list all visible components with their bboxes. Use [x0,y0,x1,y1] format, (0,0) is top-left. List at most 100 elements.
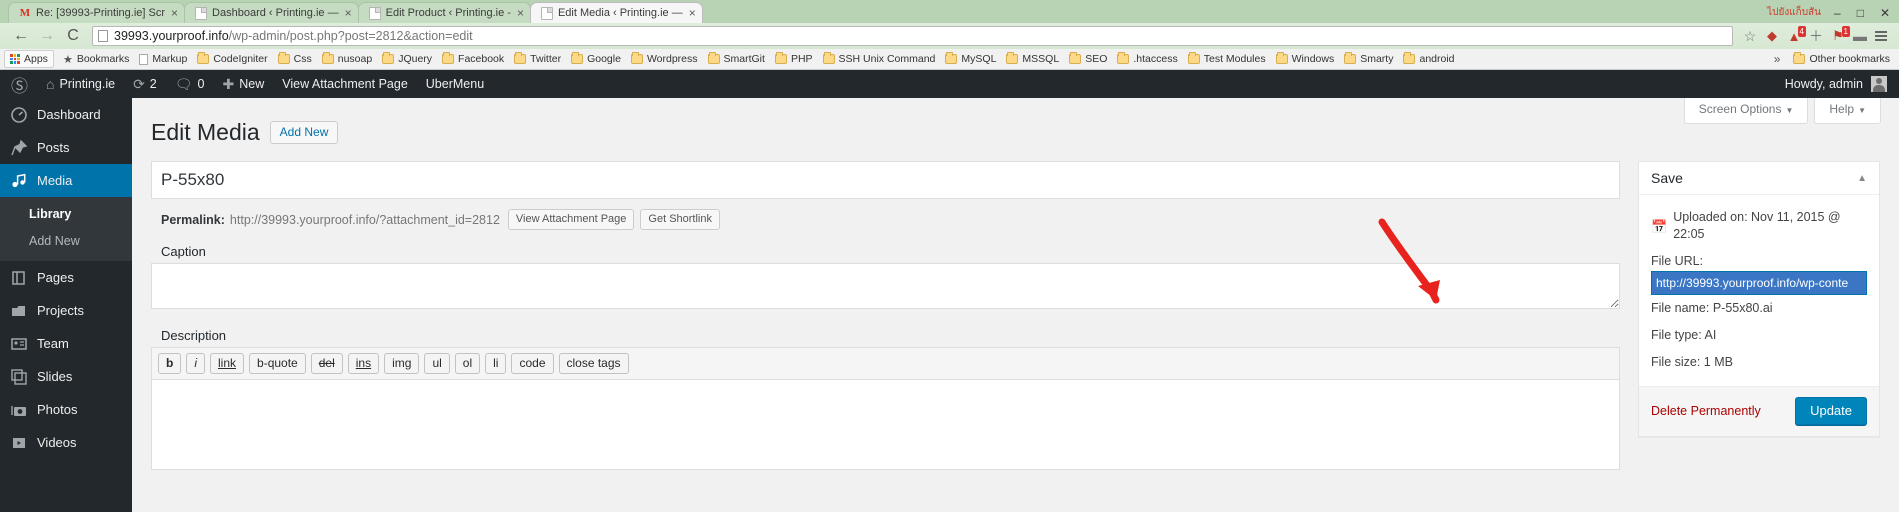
reload-icon[interactable]: C [60,24,86,48]
bookmark-google[interactable]: Google [566,51,626,67]
bookmark-nusoap[interactable]: nusoap [317,51,377,67]
add-new-button[interactable]: Add New [269,121,339,144]
folder-icon [1117,52,1130,64]
editor-button-italic[interactable]: i [186,353,206,374]
back-icon[interactable]: ← [8,24,34,48]
bookmark-ssh-unix-command[interactable]: SSH Unix Command [818,51,941,67]
description-editor[interactable] [151,380,1620,470]
profile-icon[interactable]: ▬ [1849,25,1871,47]
delete-permanently-link[interactable]: Delete Permanently [1651,404,1761,418]
permalink-row: Permalink: http://39993.yourproof.info/?… [151,199,1620,230]
slides-icon [10,368,28,386]
extension-red-icon[interactable]: ◆ [1761,25,1783,47]
bookmark-mssql[interactable]: MSSQL [1001,51,1064,67]
browser-tab-1[interactable]: M Re: [39993-Printing.ie] Scr × [8,2,186,23]
bookmark-wordpress[interactable]: Wordpress [626,51,703,67]
address-bar[interactable]: 39993.yourproof.info /wp-admin/post.php?… [92,26,1733,46]
editor-button-link[interactable]: link [210,353,245,374]
sidebar-item-team[interactable]: Team [0,327,132,360]
bookmark-mysql[interactable]: MySQL [940,51,1001,67]
file-size-row: File size: 1 MB [1651,355,1733,369]
bookmark-android[interactable]: android [1398,51,1459,67]
editor-button-bold[interactable]: b [158,353,182,374]
bookmark-twitter[interactable]: Twitter [509,51,566,67]
editor-button-del[interactable]: del [310,353,343,374]
title-input[interactable] [151,161,1620,199]
sidebar-item-projects[interactable]: Projects [0,294,132,327]
extension-alert-icon[interactable]: ⚑ 1 [1827,25,1850,47]
editor-button-ul[interactable]: ul [424,353,450,374]
sidebar-item-videos[interactable]: Videos [0,426,132,459]
bookmark-markup[interactable]: Markup [134,51,192,67]
chevron-up-icon[interactable]: ▲ [1857,173,1867,184]
bookmark-windows[interactable]: Windows [1271,51,1340,67]
bookmark-facebook[interactable]: Facebook [437,51,509,67]
bookmark-css[interactable]: Css [273,51,317,67]
adminbar-site-name[interactable]: ⌂ Printing.ie [37,70,124,98]
sidebar-item-label: Media [37,173,73,188]
bookmark-smartgit[interactable]: SmartGit [703,51,770,67]
forward-icon[interactable]: → [34,24,60,48]
tab-close-icon[interactable]: × [171,7,178,19]
editor-button-ins[interactable]: ins [347,353,380,374]
sidebar-item-posts[interactable]: Posts [0,131,132,164]
sidebar-subitem-library[interactable]: Library [0,201,132,228]
update-button[interactable]: Update [1795,397,1867,425]
browser-tab-4-active[interactable]: Edit Media ‹ Printing.ie — × [529,2,703,23]
sidebar-item-photos[interactable]: Photos [0,393,132,426]
bookmark-htaccess[interactable]: .htaccess [1112,51,1182,67]
adminbar-new[interactable]: ✚ New [213,70,273,98]
browser-tab-3[interactable]: Edit Product ‹ Printing.ie - × [357,2,531,23]
adminbar-comments[interactable]: 🗨 0 [166,70,214,98]
sidebar-item-media[interactable]: Media [0,164,132,197]
adminbar-updates[interactable]: ⟳ 2 [124,70,166,98]
bookmark-codeigniter[interactable]: CodeIgniter [192,51,272,67]
tab-close-icon[interactable]: × [689,7,696,19]
bookmark-other-bookmarks[interactable]: Other bookmarks [1788,51,1895,67]
adminbar-view-attachment-page[interactable]: View Attachment Page [273,70,417,98]
tab-close-icon[interactable]: × [517,7,524,19]
permalink-url[interactable]: http://39993.yourproof.info/?attachment_… [230,213,500,227]
chrome-menu-icon[interactable] [1871,25,1891,47]
wordpress-logo-icon[interactable]: Ⓢ [2,70,37,98]
editor-button-code[interactable]: code [511,353,554,374]
editor-button-ol[interactable]: ol [454,353,481,374]
folder-icon [1403,52,1416,64]
bookmark-test-modules[interactable]: Test Modules [1183,51,1271,67]
tab-close-icon[interactable]: × [345,7,352,19]
help-tab[interactable]: Help ▼ [1814,98,1881,124]
sidebar-item-slides[interactable]: Slides [0,360,132,393]
adminbar-account-area[interactable]: Howdy, admin [1785,76,1897,92]
close-window-icon[interactable]: ✕ [1877,5,1893,21]
bookmark-jquery[interactable]: JQuery [377,51,437,67]
editor-button-close-tags[interactable]: close tags [558,353,629,374]
view-attachment-page-button[interactable]: View Attachment Page [507,209,635,230]
browser-tab-2[interactable]: Dashboard ‹ Printing.ie — × [184,2,359,23]
sidebar-subitem-add-new[interactable]: Add New [0,228,132,255]
editor-button-img[interactable]: img [384,353,420,374]
file-url-input[interactable] [1651,271,1867,295]
sidebar-item-pages[interactable]: Pages [0,261,132,294]
bookmark-apps[interactable]: Apps [4,50,54,68]
adminbar-ubermenu[interactable]: UberMenu [417,70,493,98]
editor-button-bquote[interactable]: b-quote [249,353,306,374]
side-column: Save ▲ 📅 Uploaded on: Nov 11, 2015 @ 22:… [1638,161,1880,470]
bookmark-bookmarks[interactable]: ★ Bookmarks [58,51,134,68]
bookmark-php[interactable]: PHP [770,51,818,67]
bookmarks-overflow-icon[interactable]: » [1766,52,1789,66]
get-shortlink-button[interactable]: Get Shortlink [640,209,720,230]
notification-badge-icon[interactable]: ▲ 4 [1783,25,1806,47]
screen-options-label: Screen Options [1698,102,1782,116]
caption-textarea[interactable] [151,263,1620,309]
bookmark-smarty[interactable]: Smarty [1339,51,1398,67]
minimize-icon[interactable]: – [1831,5,1844,21]
maximize-icon[interactable]: □ [1854,5,1867,21]
plus-icon: ✚ [222,75,235,92]
page-info-icon[interactable] [98,30,108,42]
bookmark-seo[interactable]: SEO [1064,51,1112,67]
add-extension-icon[interactable]: ＋ [1805,25,1827,47]
screen-options-tab[interactable]: Screen Options ▼ [1683,98,1809,124]
sidebar-item-dashboard[interactable]: Dashboard [0,98,132,131]
bookmark-star-icon[interactable]: ☆ [1739,25,1761,47]
editor-button-li[interactable]: li [485,353,507,374]
